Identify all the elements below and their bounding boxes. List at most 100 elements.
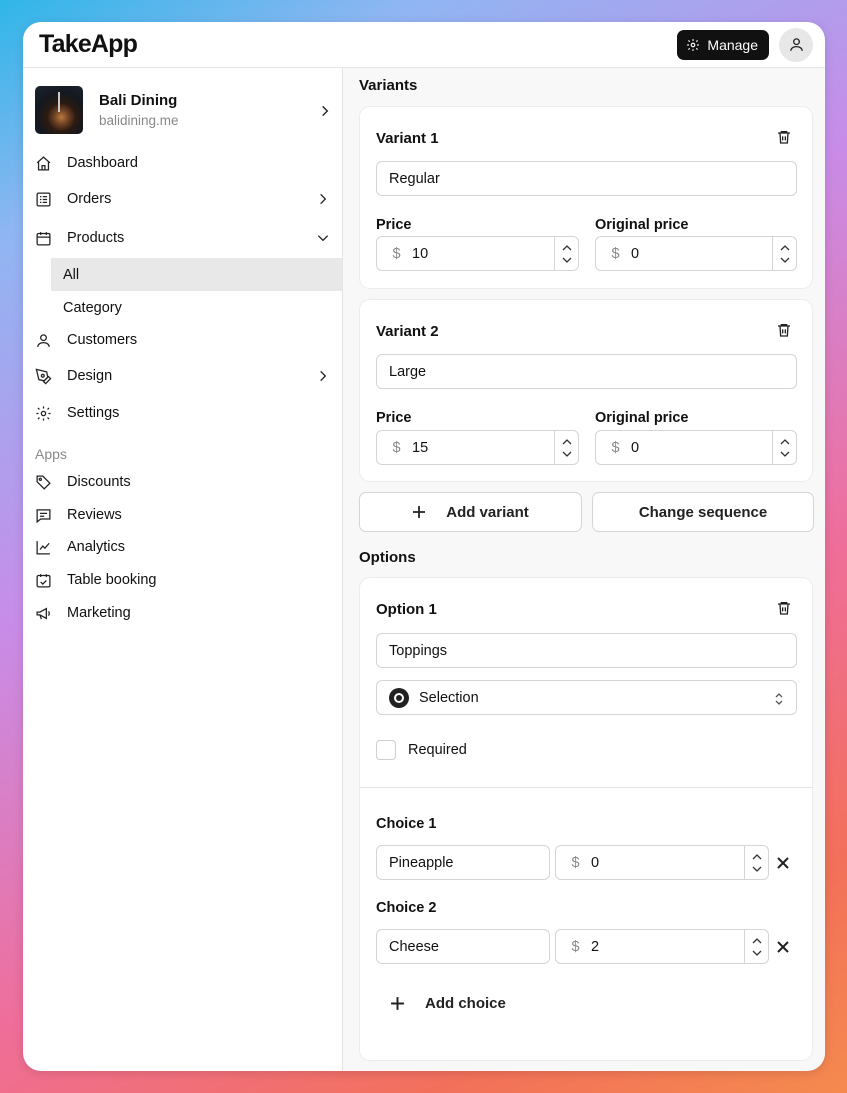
option-name-input[interactable]: Toppings bbox=[376, 633, 797, 668]
sidebar-label: Dashboard bbox=[67, 155, 138, 171]
line-chart-icon bbox=[36, 540, 50, 555]
price-input[interactable]: $ 10 bbox=[376, 236, 579, 271]
sidebar-item-settings[interactable]: Settings bbox=[35, 398, 342, 428]
price-input[interactable]: $ 15 bbox=[376, 430, 579, 465]
chevron-up-icon[interactable] bbox=[752, 853, 762, 861]
chevron-right-icon bbox=[320, 193, 327, 205]
trash-icon[interactable] bbox=[776, 129, 792, 145]
sidebar-subitem-category[interactable]: Category bbox=[51, 291, 342, 324]
choice-name-input[interactable]: Cheese bbox=[376, 929, 550, 964]
chevron-down-icon[interactable] bbox=[752, 865, 762, 873]
sidebar-item-products[interactable]: Products bbox=[35, 223, 342, 253]
chevron-down-icon[interactable] bbox=[562, 450, 572, 458]
calendar-check-icon bbox=[36, 573, 51, 588]
sidebar-label: Settings bbox=[67, 405, 120, 421]
original-price-stepper[interactable] bbox=[772, 431, 796, 464]
sidebar-label: Products bbox=[67, 230, 125, 246]
trash-icon[interactable] bbox=[776, 600, 792, 616]
sidebar-item-table-booking[interactable]: Table booking bbox=[35, 565, 342, 595]
choice-price-input[interactable]: $ 0 bbox=[555, 845, 769, 880]
add-variant-label: Add variant bbox=[446, 503, 529, 521]
currency-symbol: $ bbox=[611, 439, 620, 456]
calendar-box-icon bbox=[36, 231, 51, 246]
home-icon bbox=[36, 155, 51, 171]
sidebar-subitem-all[interactable]: All bbox=[51, 258, 342, 291]
sidebar-item-orders[interactable]: Orders bbox=[35, 184, 342, 214]
required-checkbox[interactable] bbox=[376, 740, 396, 760]
choice-price-value: 0 bbox=[591, 854, 600, 871]
close-icon[interactable] bbox=[777, 941, 789, 953]
chevron-down-icon bbox=[317, 235, 329, 242]
trash-icon[interactable] bbox=[776, 322, 792, 338]
chevron-up-icon[interactable] bbox=[780, 244, 790, 252]
variant-card: Variant 2 Large Price Original price $ 1… bbox=[359, 299, 813, 482]
add-variant-button[interactable]: Add variant bbox=[359, 492, 582, 532]
sidebar-item-marketing[interactable]: Marketing bbox=[35, 598, 342, 628]
sidebar-item-analytics[interactable]: Analytics bbox=[35, 532, 342, 562]
choice-price-stepper[interactable] bbox=[744, 846, 768, 879]
top-actions: Manage bbox=[677, 27, 813, 62]
option-type-select[interactable]: Selection bbox=[376, 680, 797, 715]
currency-symbol: $ bbox=[571, 938, 580, 955]
sidebar-item-design[interactable]: Design bbox=[35, 361, 342, 391]
choice-price-stepper[interactable] bbox=[744, 930, 768, 963]
sidebar-label: Marketing bbox=[67, 605, 131, 621]
plus-icon bbox=[391, 997, 404, 1010]
original-price-input[interactable]: $ 0 bbox=[595, 236, 797, 271]
sidebar-label: Discounts bbox=[67, 474, 131, 490]
variant-card: Variant 1 Regular Price Original price $… bbox=[359, 106, 813, 289]
variant-name-input[interactable]: Large bbox=[376, 354, 797, 389]
option-title: Option 1 bbox=[376, 601, 437, 618]
sidebar-item-discounts[interactable]: Discounts bbox=[35, 467, 342, 497]
chevron-down-icon[interactable] bbox=[780, 256, 790, 264]
store-domain: balidining.me bbox=[99, 113, 179, 128]
chevron-down-icon[interactable] bbox=[752, 949, 762, 957]
add-choice-button[interactable]: Add choice bbox=[390, 995, 506, 1012]
chevron-up-icon[interactable] bbox=[562, 438, 572, 446]
sidebar-label: Reviews bbox=[67, 507, 122, 523]
user-icon bbox=[37, 333, 50, 347]
chevron-down-icon[interactable] bbox=[562, 256, 572, 264]
variants-heading: Variants bbox=[359, 77, 418, 94]
choice-price-input[interactable]: $ 2 bbox=[555, 929, 769, 964]
sidebar-label: Design bbox=[67, 368, 113, 384]
change-sequence-button[interactable]: Change sequence bbox=[592, 492, 814, 532]
change-sequence-label: Change sequence bbox=[638, 503, 768, 521]
sidebar-item-customers[interactable]: Customers bbox=[35, 325, 342, 355]
sidebar-label: Orders bbox=[67, 191, 112, 207]
user-icon bbox=[789, 38, 803, 51]
store-name: Bali Dining bbox=[99, 92, 178, 109]
variant-name-input[interactable]: Regular bbox=[376, 161, 797, 196]
price-stepper[interactable] bbox=[554, 431, 578, 464]
price-value: 15 bbox=[412, 439, 429, 456]
variant-title: Variant 1 bbox=[376, 130, 439, 147]
tag-icon bbox=[36, 474, 51, 490]
original-price-value: 0 bbox=[631, 245, 640, 262]
sidebar: Bali Dining balidining.me Dashboard Orde… bbox=[23, 68, 343, 1071]
logo[interactable]: TakeApp bbox=[39, 30, 138, 59]
user-avatar[interactable] bbox=[779, 27, 813, 62]
store-switcher[interactable]: Bali Dining balidining.me bbox=[23, 80, 342, 140]
original-price-stepper[interactable] bbox=[772, 237, 796, 270]
sidebar-item-reviews[interactable]: Reviews bbox=[35, 500, 342, 530]
pen-tool-icon bbox=[35, 368, 52, 384]
choice-price-value: 2 bbox=[591, 938, 600, 955]
chevron-up-icon[interactable] bbox=[752, 937, 762, 945]
radio-selection-icon bbox=[389, 687, 409, 708]
sidebar-label: Analytics bbox=[67, 539, 126, 555]
chevron-down-icon[interactable] bbox=[780, 450, 790, 458]
options-heading: Options bbox=[359, 549, 416, 566]
manage-label: Manage bbox=[707, 36, 758, 53]
original-price-input[interactable]: $ 0 bbox=[595, 430, 797, 465]
manage-button[interactable]: Manage bbox=[677, 29, 769, 60]
price-stepper[interactable] bbox=[554, 237, 578, 270]
sidebar-label: All bbox=[63, 266, 80, 283]
close-icon[interactable] bbox=[777, 857, 789, 869]
choice-title: Choice 2 bbox=[376, 900, 437, 916]
choice-name-input[interactable]: Pineapple bbox=[376, 845, 550, 880]
chevron-up-icon[interactable] bbox=[780, 438, 790, 446]
megaphone-icon bbox=[36, 606, 50, 620]
main-content: Variants Variant 1 Regular Price Origina… bbox=[343, 68, 825, 1071]
sidebar-item-dashboard[interactable]: Dashboard bbox=[35, 148, 342, 178]
chevron-up-icon[interactable] bbox=[562, 244, 572, 252]
